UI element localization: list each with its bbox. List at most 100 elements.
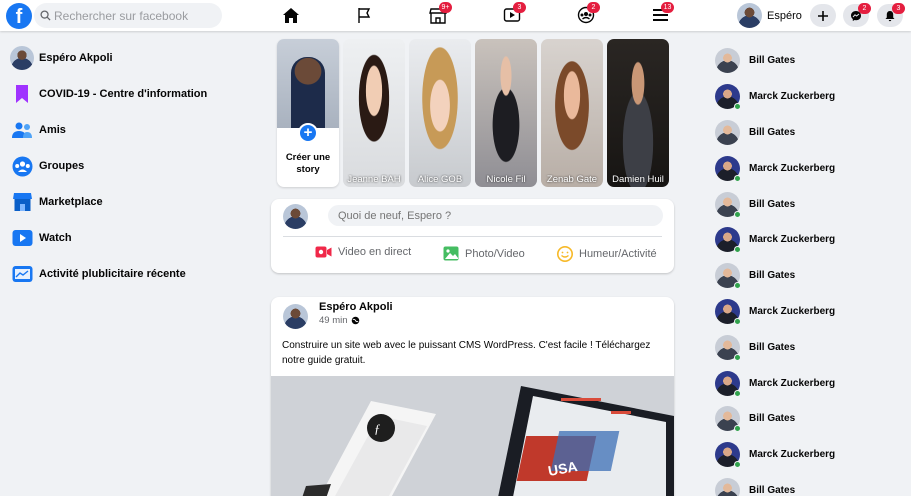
- profile-chip[interactable]: Espéro: [737, 3, 802, 28]
- action-label: Photo/Video: [465, 247, 525, 260]
- story-card[interactable]: Zenab Gate: [541, 39, 603, 187]
- online-indicator: [734, 246, 741, 254]
- profile-name: Espéro: [767, 9, 802, 22]
- contact-name: Marck Zuckerberg: [749, 234, 836, 246]
- online-indicator: [734, 353, 741, 361]
- photo-video-button[interactable]: Photo/Video: [443, 246, 525, 261]
- ads-icon: [12, 266, 32, 282]
- contact-item[interactable]: Marck Zuckerberg: [715, 79, 905, 115]
- notifications-button[interactable]: 3: [877, 3, 905, 27]
- online-indicator: [734, 210, 741, 218]
- story-name: Alice GOB: [417, 174, 463, 185]
- create-story-photo: [277, 39, 339, 128]
- nav-pages[interactable]: [352, 4, 376, 26]
- search-input[interactable]: [54, 8, 214, 23]
- avatar: [715, 84, 741, 111]
- avatar: [715, 263, 741, 290]
- story-card[interactable]: Jeanne BAH: [343, 39, 405, 187]
- sidebar-item-label: Watch: [39, 232, 72, 244]
- contact-item[interactable]: Marck Zuckerberg: [715, 150, 905, 186]
- contact-item[interactable]: Bill Gates: [715, 473, 905, 496]
- feeling-activity-button[interactable]: Humeur/Activité: [557, 246, 657, 262]
- post-image[interactable]: ƒ USA: [271, 376, 674, 496]
- plus-icon[interactable]: +: [298, 123, 318, 143]
- online-indicator: [734, 317, 741, 325]
- sidebar-item-label: Espéro Akpoli: [39, 52, 113, 64]
- feed-post: Espéro Akpoli 49 min Construire un site …: [271, 297, 674, 496]
- watch-badge: 3: [513, 2, 526, 13]
- photo-icon: [443, 246, 459, 261]
- contact-item[interactable]: Bill Gates: [715, 258, 905, 294]
- globe-icon: [351, 316, 359, 325]
- action-label: Video en direct: [338, 246, 412, 258]
- plus-icon: [818, 10, 828, 21]
- sidebar-item-profile[interactable]: Espéro Akpoli: [10, 40, 251, 76]
- contact-item[interactable]: Bill Gates: [715, 401, 905, 437]
- story-card[interactable]: Nicole Fil: [475, 39, 537, 187]
- nav-menu[interactable]: 13: [648, 2, 674, 26]
- story-card[interactable]: Alice GOB: [409, 39, 471, 187]
- avatar[interactable]: [283, 304, 308, 329]
- covid-icon: [16, 85, 28, 103]
- messenger-button[interactable]: 2: [843, 3, 871, 27]
- avatar: [715, 477, 740, 496]
- top-navigation-bar: f 9+ 3 2 13 Espéro 2 3: [0, 0, 911, 31]
- search-box[interactable]: [34, 3, 222, 28]
- action-label: Humeur/Activité: [579, 248, 657, 260]
- facebook-logo[interactable]: f: [6, 3, 32, 29]
- sidebar-item-groups[interactable]: Groupes: [11, 148, 251, 184]
- nav-watch[interactable]: 3: [500, 2, 526, 26]
- contacts-list: Bill Gates Marck Zuckerberg Bill Gates M…: [715, 43, 905, 496]
- contact-name: Bill Gates: [749, 55, 796, 67]
- contact-item[interactable]: Marck Zuckerberg: [715, 437, 905, 473]
- sidebar-item-watch[interactable]: Watch: [11, 220, 251, 256]
- post-author[interactable]: Espéro Akpoli: [319, 301, 393, 313]
- online-indicator: [734, 103, 741, 111]
- sidebar-item-friends[interactable]: Amis: [11, 112, 251, 148]
- search-icon: [40, 10, 51, 21]
- online-indicator: [734, 174, 741, 182]
- nav-groups[interactable]: 2: [574, 2, 600, 26]
- avatar: [10, 46, 34, 70]
- watch-icon: [12, 230, 32, 246]
- flag-icon: [358, 7, 371, 23]
- story-card[interactable]: Damien Huil: [607, 39, 669, 187]
- marketplace-icon: [12, 193, 32, 211]
- friends-icon: [12, 122, 32, 138]
- left-sidebar: Espéro Akpoli COVID-19 - Centre d'inform…: [10, 40, 251, 292]
- contact-item[interactable]: Bill Gates: [715, 329, 905, 365]
- avatar: [715, 370, 741, 397]
- contact-name: Bill Gates: [749, 126, 796, 138]
- contact-name: Bill Gates: [749, 270, 796, 282]
- avatar: [715, 298, 741, 325]
- avatar: [715, 442, 741, 469]
- sidebar-item-marketplace[interactable]: Marketplace: [11, 184, 251, 220]
- avatar: [283, 204, 308, 229]
- nav-marketplace[interactable]: 9+: [426, 2, 452, 26]
- messenger-badge: 2: [858, 3, 871, 14]
- nav-home[interactable]: [279, 4, 303, 26]
- live-video-icon: [315, 246, 332, 258]
- contact-item[interactable]: Marck Zuckerberg: [715, 222, 905, 258]
- story-name: Jeanne BAH: [347, 174, 401, 185]
- sidebar-item-covid[interactable]: COVID-19 - Centre d'information: [11, 76, 251, 112]
- avatar: [715, 406, 741, 433]
- contact-item[interactable]: Bill Gates: [715, 115, 905, 151]
- contact-name: Bill Gates: [749, 198, 796, 210]
- contact-item[interactable]: Bill Gates: [715, 43, 905, 79]
- post-timestamp[interactable]: 49 min: [319, 315, 360, 326]
- sidebar-item-ads-activity[interactable]: Activité plublicitaire récente: [11, 256, 251, 292]
- live-video-button[interactable]: Video en direct: [315, 246, 411, 258]
- composer-input[interactable]: [328, 205, 663, 226]
- sidebar-item-label: COVID-19 - Centre d'information: [39, 88, 208, 100]
- avatar: [715, 191, 741, 218]
- create-button[interactable]: [810, 4, 836, 27]
- contact-item[interactable]: Marck Zuckerberg: [715, 365, 905, 401]
- contact-item[interactable]: Marck Zuckerberg: [715, 294, 905, 330]
- contact-item[interactable]: Bill Gates: [715, 186, 905, 222]
- create-story-card[interactable]: + Créer une story: [277, 39, 339, 187]
- groups-icon: [12, 156, 32, 176]
- story-name: Damien Huil: [612, 174, 664, 185]
- story-name: Zenab Gate: [546, 174, 598, 185]
- contact-name: Bill Gates: [749, 413, 796, 425]
